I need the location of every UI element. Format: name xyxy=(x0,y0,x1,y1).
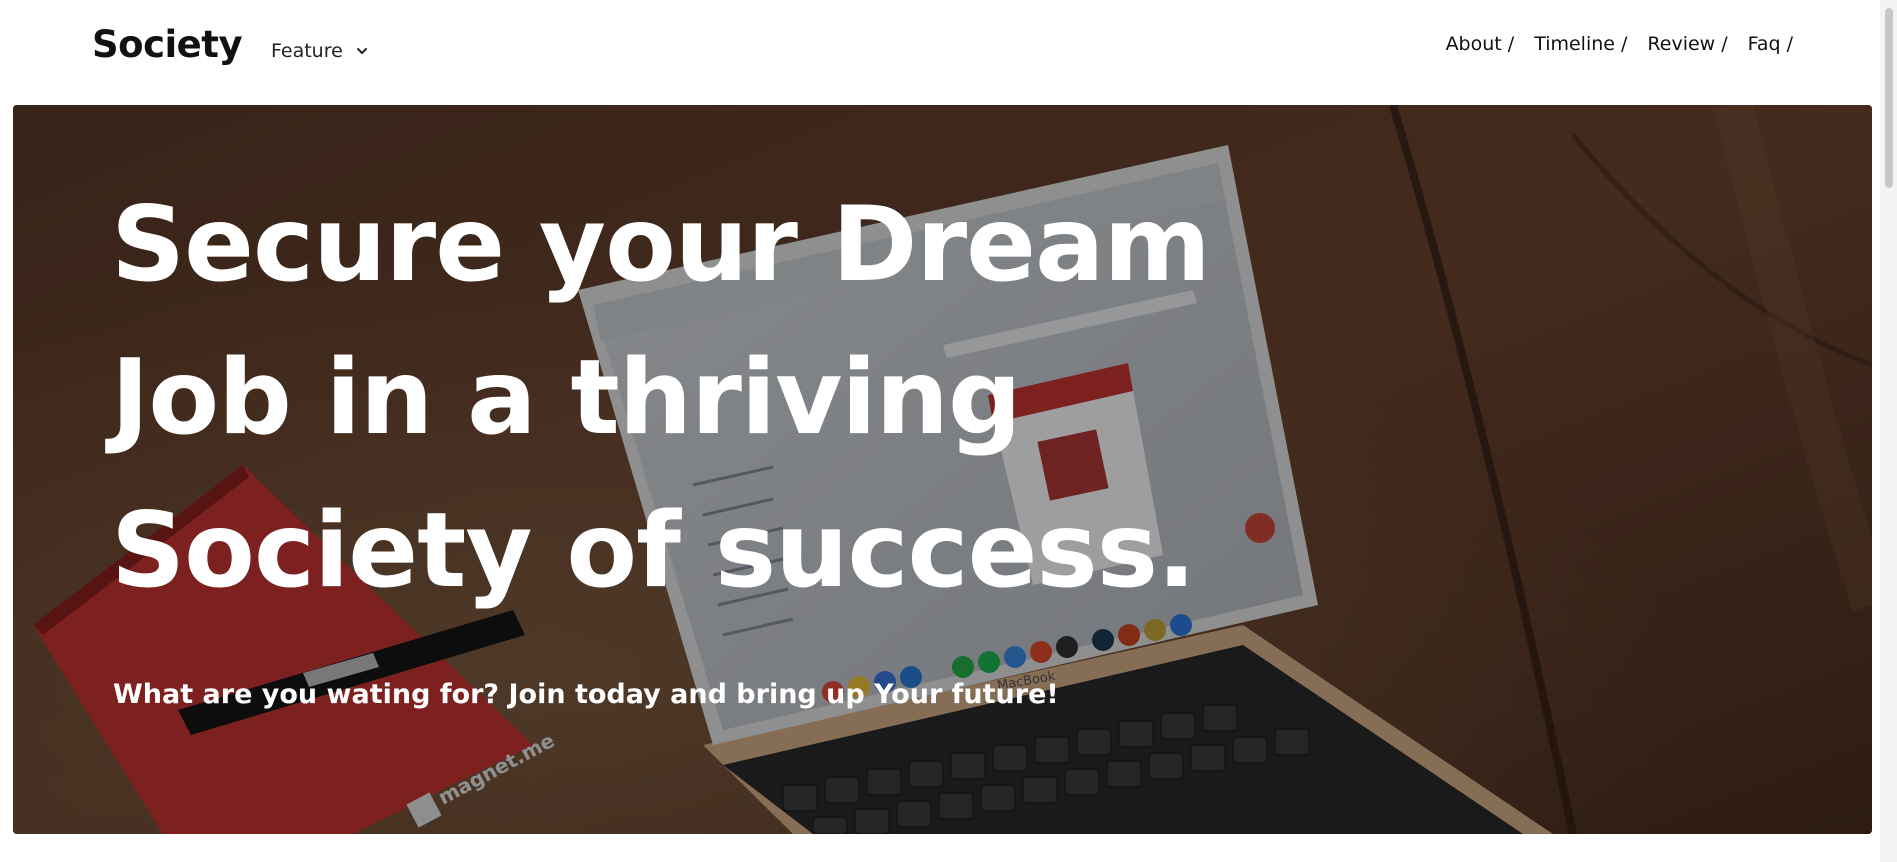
hero-title-line: Secure your Dream xyxy=(111,185,1211,305)
feature-dropdown-label: Feature xyxy=(271,40,343,62)
nav-link-timeline[interactable]: Timeline / xyxy=(1534,31,1627,57)
feature-dropdown[interactable]: Feature xyxy=(271,38,369,64)
hero-title-line: Society of success. xyxy=(111,491,1196,611)
brand-logo[interactable]: Society xyxy=(92,22,243,68)
page-scrollbar[interactable] xyxy=(1880,0,1897,862)
scrollbar-thumb[interactable] xyxy=(1885,8,1893,188)
chevron-down-icon xyxy=(356,48,367,54)
nav-link-faq[interactable]: Faq / xyxy=(1748,31,1793,57)
nav-links: About / Timeline / Review / Faq / xyxy=(1446,31,1793,57)
nav-link-about[interactable]: About / xyxy=(1446,31,1515,57)
hero-title: Secure your Dream Job in a thriving Soci… xyxy=(111,169,1311,628)
hero-title-line: Job in a thriving xyxy=(111,338,1022,458)
hero-section: magnet.me MacBook Secure your Dream Job … xyxy=(13,105,1872,834)
navbar: Society Feature About / Timeline / Revie… xyxy=(0,0,1897,104)
hero-subtitle: What are you wating for? Join today and … xyxy=(113,679,1059,710)
nav-link-review[interactable]: Review / xyxy=(1647,31,1727,57)
